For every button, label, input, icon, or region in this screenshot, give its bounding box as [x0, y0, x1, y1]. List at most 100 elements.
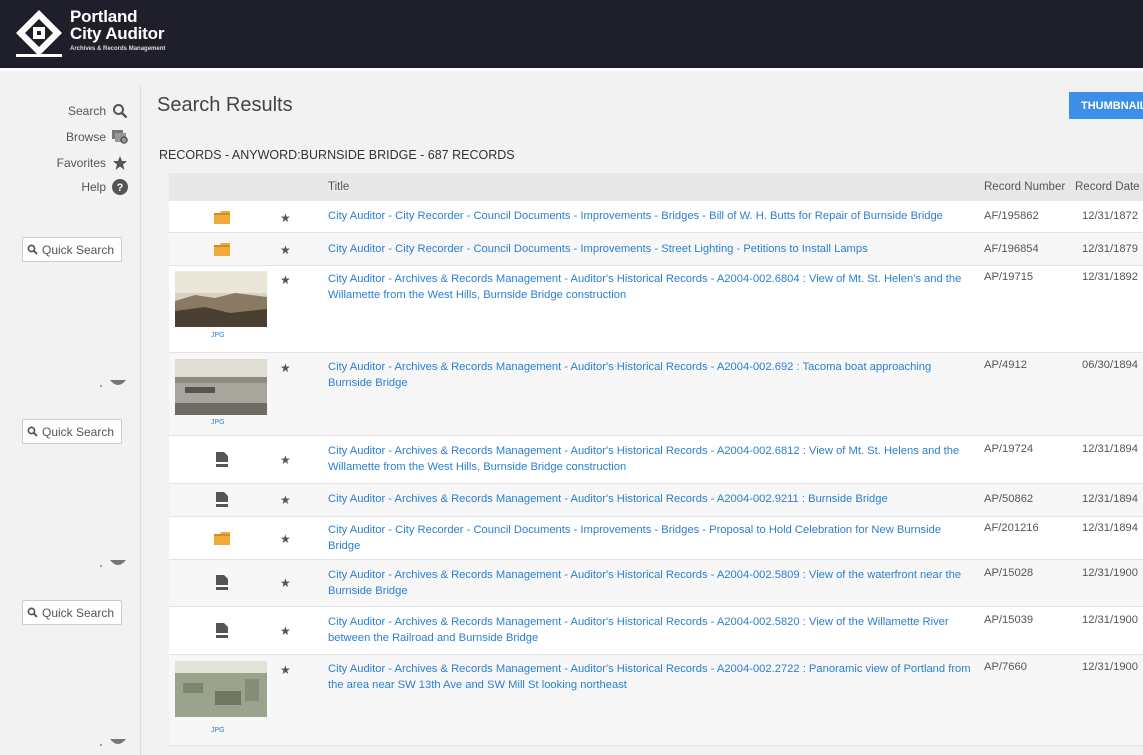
sidebar-item-browse[interactable]: Browse: [66, 128, 129, 146]
column-record-date[interactable]: Record Date: [1075, 181, 1140, 193]
favorite-star-icon[interactable]: ★: [280, 243, 291, 257]
table-row[interactable]: ★ City Auditor - Archives & Records Mana…: [169, 560, 1143, 607]
sidebar-item-help[interactable]: Help ?: [81, 178, 129, 196]
record-number: AF/195862: [984, 210, 1039, 222]
document-icon: [216, 492, 228, 507]
table-row[interactable]: ★ City Auditor - City Recorder - Council…: [169, 517, 1143, 560]
logo-mark-icon: [14, 8, 64, 58]
thumbnails-button[interactable]: THUMBNAILS: [1069, 92, 1143, 119]
favorite-star-icon[interactable]: ★: [280, 532, 291, 546]
record-date: 12/31/1900: [1082, 567, 1138, 579]
record-number: AP/7660: [984, 661, 1027, 673]
record-title-link[interactable]: City Auditor - Archives & Records Manage…: [328, 443, 972, 475]
table-row[interactable]: ★ City Auditor - Archives & Records Mana…: [169, 436, 1143, 484]
record-title-link[interactable]: City Auditor - Archives & Records Manage…: [328, 661, 972, 693]
sidebar-item-label: Help: [81, 180, 106, 194]
record-title-link[interactable]: City Auditor - Archives & Records Manage…: [328, 491, 972, 507]
sidebar-item-label: Browse: [65, 130, 106, 144]
table-row[interactable]: ★ City Auditor - City Recorder - Council…: [169, 201, 1143, 233]
browse-icon: [111, 128, 129, 146]
record-number: AF/196854: [984, 243, 1039, 255]
column-title[interactable]: Title: [328, 181, 349, 193]
quick-search-input[interactable]: Quick Search: [22, 600, 122, 625]
record-number: AP/15028: [984, 567, 1034, 579]
search-icon: [111, 102, 129, 120]
file-format-label: JPG: [211, 419, 225, 426]
folder-icon: [214, 243, 230, 256]
folder-icon: [214, 532, 230, 545]
chevron-down-icon[interactable]: [110, 380, 126, 388]
column-record-number[interactable]: Record Number: [984, 181, 1065, 193]
document-icon: [216, 452, 228, 467]
sidebar-item-label: Favorites: [56, 156, 106, 170]
star-icon: [111, 154, 129, 172]
record-date: 12/31/1894: [1082, 522, 1138, 534]
record-number: AP/4912: [984, 359, 1027, 371]
quick-search-input[interactable]: Quick Search: [22, 237, 122, 262]
divider-dot: [100, 565, 102, 567]
table-row[interactable]: JPG ★ City Auditor - Archives & Records …: [169, 655, 1143, 746]
table-row[interactable]: ★ City Auditor - Archives & Records Mana…: [169, 607, 1143, 655]
sidebar: Search Browse Favorites Help ? Quick Sea…: [0, 72, 140, 755]
record-title-link[interactable]: City Auditor - Archives & Records Manage…: [328, 614, 972, 646]
favorite-star-icon[interactable]: ★: [280, 211, 291, 225]
favorite-star-icon[interactable]: ★: [280, 493, 291, 507]
favorite-star-icon[interactable]: ★: [280, 624, 291, 638]
file-format-label: JPG: [211, 332, 225, 339]
document-icon: [216, 623, 228, 638]
table-header: Title Record Number Record Date: [169, 173, 1143, 201]
table-row[interactable]: JPG ★ City Auditor - Archives & Records …: [169, 266, 1143, 353]
table-row[interactable]: ★ City Auditor - Archives & Records Mana…: [169, 484, 1143, 517]
document-icon: [216, 575, 228, 590]
record-number: AP/19724: [984, 443, 1034, 455]
table-row[interactable]: JPG ★ City Auditor - Archives & Records …: [169, 353, 1143, 436]
record-title-link[interactable]: City Auditor - Archives & Records Manage…: [328, 271, 972, 303]
table-row[interactable]: ★ City Auditor - City Recorder - Council…: [169, 233, 1143, 266]
record-title-link[interactable]: City Auditor - City Recorder - Council D…: [328, 208, 972, 224]
results-heading: RECORDS - ANYWORD:BURNSIDE BRIDGE - 687 …: [159, 148, 515, 162]
favorite-star-icon[interactable]: ★: [280, 273, 291, 287]
quick-search-input[interactable]: Quick Search: [22, 419, 122, 444]
results-table: Title Record Number Record Date ★ City A…: [169, 173, 1143, 746]
sidebar-item-label: Search: [67, 104, 106, 118]
quick-search-placeholder: Quick Search: [42, 242, 115, 257]
svg-text:?: ?: [117, 182, 124, 194]
record-thumbnail[interactable]: [175, 271, 267, 327]
folder-icon: [214, 211, 230, 224]
logo-line1: Portland: [70, 7, 138, 26]
record-thumbnail[interactable]: [175, 359, 267, 415]
sidebar-item-favorites[interactable]: Favorites: [57, 154, 129, 172]
record-date: 06/30/1894: [1082, 359, 1138, 371]
quick-search-placeholder: Quick Search: [42, 424, 115, 439]
favorite-star-icon[interactable]: ★: [280, 576, 291, 590]
record-date: 12/31/1894: [1082, 493, 1138, 505]
record-thumbnail[interactable]: [175, 661, 267, 717]
search-icon: [27, 607, 38, 618]
record-title-link[interactable]: City Auditor - Archives & Records Manage…: [328, 567, 972, 599]
record-number: AP/15039: [984, 614, 1034, 626]
chevron-down-icon[interactable]: [110, 739, 126, 747]
record-number: AF/201216: [984, 522, 1039, 534]
page-title: Search Results: [157, 94, 293, 116]
record-title-link[interactable]: City Auditor - City Recorder - Council D…: [328, 241, 972, 257]
chevron-down-icon[interactable]: [110, 560, 126, 568]
record-date: 12/31/1872: [1082, 210, 1138, 222]
header-divider: [0, 68, 1143, 71]
quick-search-placeholder: Quick Search: [42, 605, 115, 620]
search-icon: [27, 426, 38, 437]
favorite-star-icon[interactable]: ★: [280, 453, 291, 467]
portland-auditor-logo[interactable]: Portland City Auditor Archives & Records…: [14, 8, 165, 58]
top-header: Portland City Auditor Archives & Records…: [0, 0, 1143, 70]
main-content: Search Results THUMBNAILS RECORDS - ANYW…: [140, 86, 1143, 755]
record-date: 12/31/1900: [1082, 614, 1138, 626]
record-title-link[interactable]: City Auditor - City Recorder - Council D…: [328, 522, 972, 554]
logo-line2: City Auditor: [70, 24, 165, 43]
favorite-star-icon[interactable]: ★: [280, 361, 291, 375]
help-icon: ?: [111, 178, 129, 196]
logo-subtitle: Archives & Records Management: [70, 46, 166, 52]
record-date: 12/31/1894: [1082, 443, 1138, 455]
sidebar-item-search[interactable]: Search: [68, 102, 129, 120]
record-title-link[interactable]: City Auditor - Archives & Records Manage…: [328, 359, 972, 391]
record-date: 12/31/1879: [1082, 243, 1138, 255]
favorite-star-icon[interactable]: ★: [280, 663, 291, 677]
